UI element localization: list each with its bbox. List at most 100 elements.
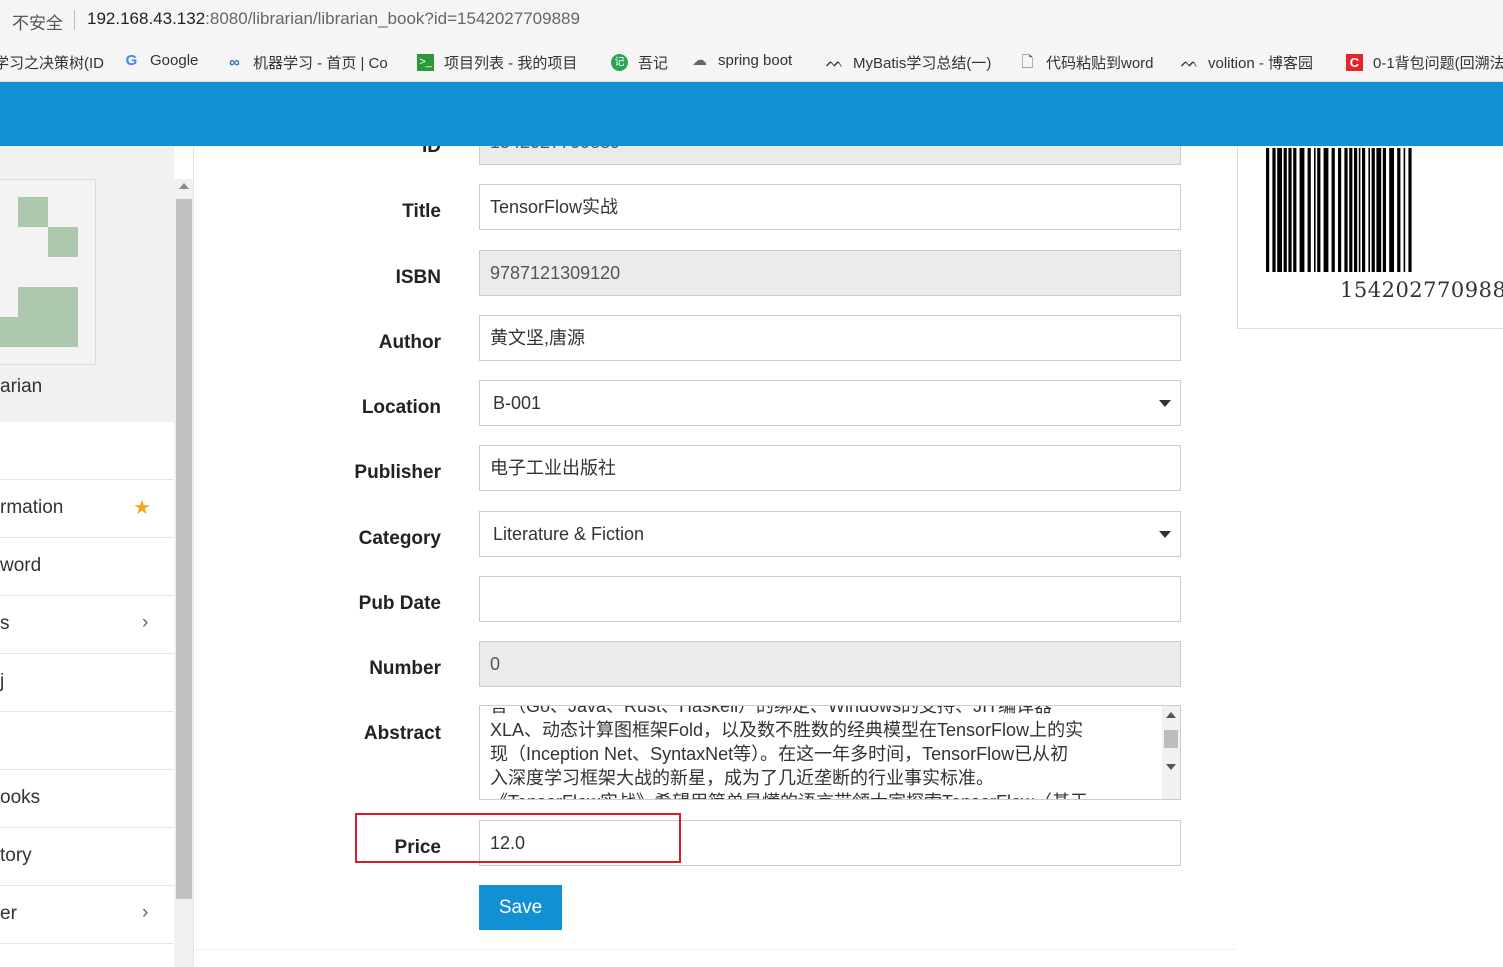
bookmark-label: 学习之决策树(ID	[0, 55, 104, 72]
blog-icon: ᨓ	[826, 54, 844, 71]
barcode-bar	[1288, 148, 1292, 272]
pubdate-input[interactable]	[479, 576, 1181, 622]
sidebar-item-books-list[interactable]: ooks	[0, 770, 174, 828]
avatar-block	[0, 317, 18, 347]
avatar-block	[48, 227, 78, 257]
form-divider	[195, 949, 1235, 950]
barcode-bar	[1266, 148, 1270, 272]
publisher-label: Publisher	[354, 462, 441, 483]
barcode-bar	[1362, 148, 1366, 272]
abstract-text: 言（Go、Java、Rust、Haskell）的绑定、Windows的支持、JI…	[490, 705, 1150, 799]
barcode-bar	[1389, 148, 1394, 272]
sidebar-item-password[interactable]: word	[0, 538, 174, 596]
bookmark-label: 项目列表 - 我的项目	[444, 55, 578, 72]
barcode-card: 1542027709889	[1237, 146, 1503, 329]
insecure-label[interactable]: 不安全	[12, 9, 63, 34]
barcode-bar	[1338, 148, 1342, 272]
barcode-bar	[1358, 148, 1361, 272]
sidebar-item-label: ooks	[0, 787, 41, 808]
bookmark-mybatis[interactable]: ᨓ MyBatis学习总结(一)	[826, 52, 991, 73]
barcode-bar	[1354, 148, 1358, 272]
scroll-up-arrow-icon[interactable]	[179, 183, 189, 189]
id-field: 1542027709889	[479, 146, 1181, 165]
book-edit-form: ID 1542027709889 Title TensorFlow实战 ISBN…	[195, 146, 1235, 967]
bookmark-label: MyBatis学习总结(一)	[853, 55, 992, 72]
barcode-bar	[1283, 148, 1287, 272]
bookmark-code-to-word[interactable]: 🗋 代码粘贴到word	[1019, 52, 1154, 73]
barcode-bar	[1317, 148, 1321, 272]
isbn-field: 9787121309120	[479, 250, 1181, 296]
bookmark-ml[interactable]: ∞ 机器学习 - 首页 | Co	[226, 52, 388, 73]
category-select[interactable]: Literature & Fiction	[479, 511, 1181, 557]
bookmark-label: 代码粘贴到word	[1046, 55, 1154, 72]
document-icon: 🗋	[1021, 54, 1034, 71]
location-label: Location	[361, 397, 441, 418]
bookmark-note[interactable]: 记 吾记	[611, 52, 668, 73]
chevron-right-icon: ›	[142, 612, 149, 633]
bookmark-decision-tree[interactable]: 学习之决策树(ID	[0, 52, 104, 73]
save-button[interactable]: Save	[479, 885, 562, 930]
sidebar-item-label: s	[0, 613, 10, 634]
sidebar-scrollbar[interactable]	[174, 179, 193, 967]
price-input[interactable]: 12.0	[479, 820, 1181, 866]
sidebar-item-information[interactable]: rmation ★	[0, 480, 174, 538]
pubdate-label: Pub Date	[358, 593, 441, 614]
abstract-line: 言（Go、Java、Rust、Haskell）的绑定、Windows的支持、JI…	[490, 705, 1053, 716]
abstract-scrollbar[interactable]	[1162, 706, 1180, 799]
sidebar-item[interactable]: j	[0, 654, 174, 712]
abstract-line: 《TensorFlow实战》希望用简单易懂的语言带领大家探索TensorFlow…	[490, 790, 1150, 799]
bookmark-label: spring boot	[718, 52, 793, 69]
id-label: ID	[422, 146, 441, 157]
barcode-bar	[1368, 148, 1370, 272]
avatar	[0, 179, 96, 365]
bookmark-spring-boot[interactable]: ☁ spring boot	[691, 52, 792, 69]
sidebar-item-label: j	[0, 671, 5, 692]
url-text[interactable]: 192.168.43.132:8080/librarian/librarian_…	[87, 9, 580, 29]
number-label: Number	[369, 658, 441, 679]
sidebar-item[interactable]	[0, 422, 174, 480]
sidebar-menu: rmation ★ word s › j ooks tory er ›	[0, 422, 174, 944]
barcode-bar	[1376, 148, 1382, 272]
title-input[interactable]: TensorFlow实战	[479, 184, 1181, 230]
scrollbar-thumb[interactable]	[176, 199, 192, 899]
barcode-bar	[1272, 148, 1276, 272]
barcode-bar	[1293, 148, 1297, 272]
address-separator	[74, 10, 75, 30]
sidebar-item-history[interactable]: tory	[0, 828, 174, 886]
price-label: Price	[394, 837, 441, 858]
bookmark-volition[interactable]: ᨓ volition - 博客园	[1181, 52, 1313, 73]
bookmark-google[interactable]: G Google	[123, 52, 199, 69]
location-select[interactable]: B-001	[479, 380, 1181, 426]
address-bar[interactable]: 不安全 192.168.43.132:8080/librarian/librar…	[0, 0, 1503, 40]
scroll-down-arrow-icon[interactable]	[1166, 764, 1176, 770]
title-label: Title	[402, 201, 441, 222]
barcode-bar	[1277, 148, 1282, 272]
barcode-bar	[1331, 148, 1335, 272]
scrollbar-thumb[interactable]	[1164, 730, 1178, 748]
barcode-bar	[1344, 148, 1348, 272]
sidebar-item-books[interactable]: s ›	[0, 596, 174, 654]
chevron-right-icon: ›	[142, 902, 149, 923]
barcode-bar	[1408, 148, 1412, 272]
blog-icon: ᨓ	[1181, 54, 1199, 71]
scroll-up-arrow-icon[interactable]	[1166, 712, 1176, 718]
google-icon: G	[125, 52, 138, 69]
sidebar-item-user[interactable]: er ›	[0, 886, 174, 944]
abstract-textarea[interactable]: 言（Go、Java、Rust、Haskell）的绑定、Windows的支持、JI…	[479, 705, 1181, 800]
sidebar: arian rmation ★ word s › j ooks tory er ›	[0, 146, 194, 967]
app-header	[0, 82, 1503, 146]
barcode-image	[1266, 148, 1412, 272]
barcode-bar	[1299, 148, 1305, 272]
barcode-bar	[1397, 148, 1401, 272]
csdn-icon: C	[1346, 54, 1363, 71]
bookmark-knapsack[interactable]: C 0-1背包问题(回溯法	[1346, 52, 1503, 73]
isbn-label: ISBN	[395, 267, 441, 288]
bookmark-projects[interactable]: >_ 项目列表 - 我的项目	[417, 52, 577, 73]
author-input[interactable]: 黄文坚,唐源	[479, 315, 1181, 361]
sidebar-item-label: word	[0, 555, 42, 576]
sidebar-item[interactable]	[0, 712, 174, 770]
barcode-bar	[1371, 148, 1375, 272]
publisher-input[interactable]: 电子工业出版社	[479, 445, 1181, 491]
url-host: 192.168.43.132	[87, 9, 206, 28]
barcode-bar	[1403, 148, 1406, 272]
